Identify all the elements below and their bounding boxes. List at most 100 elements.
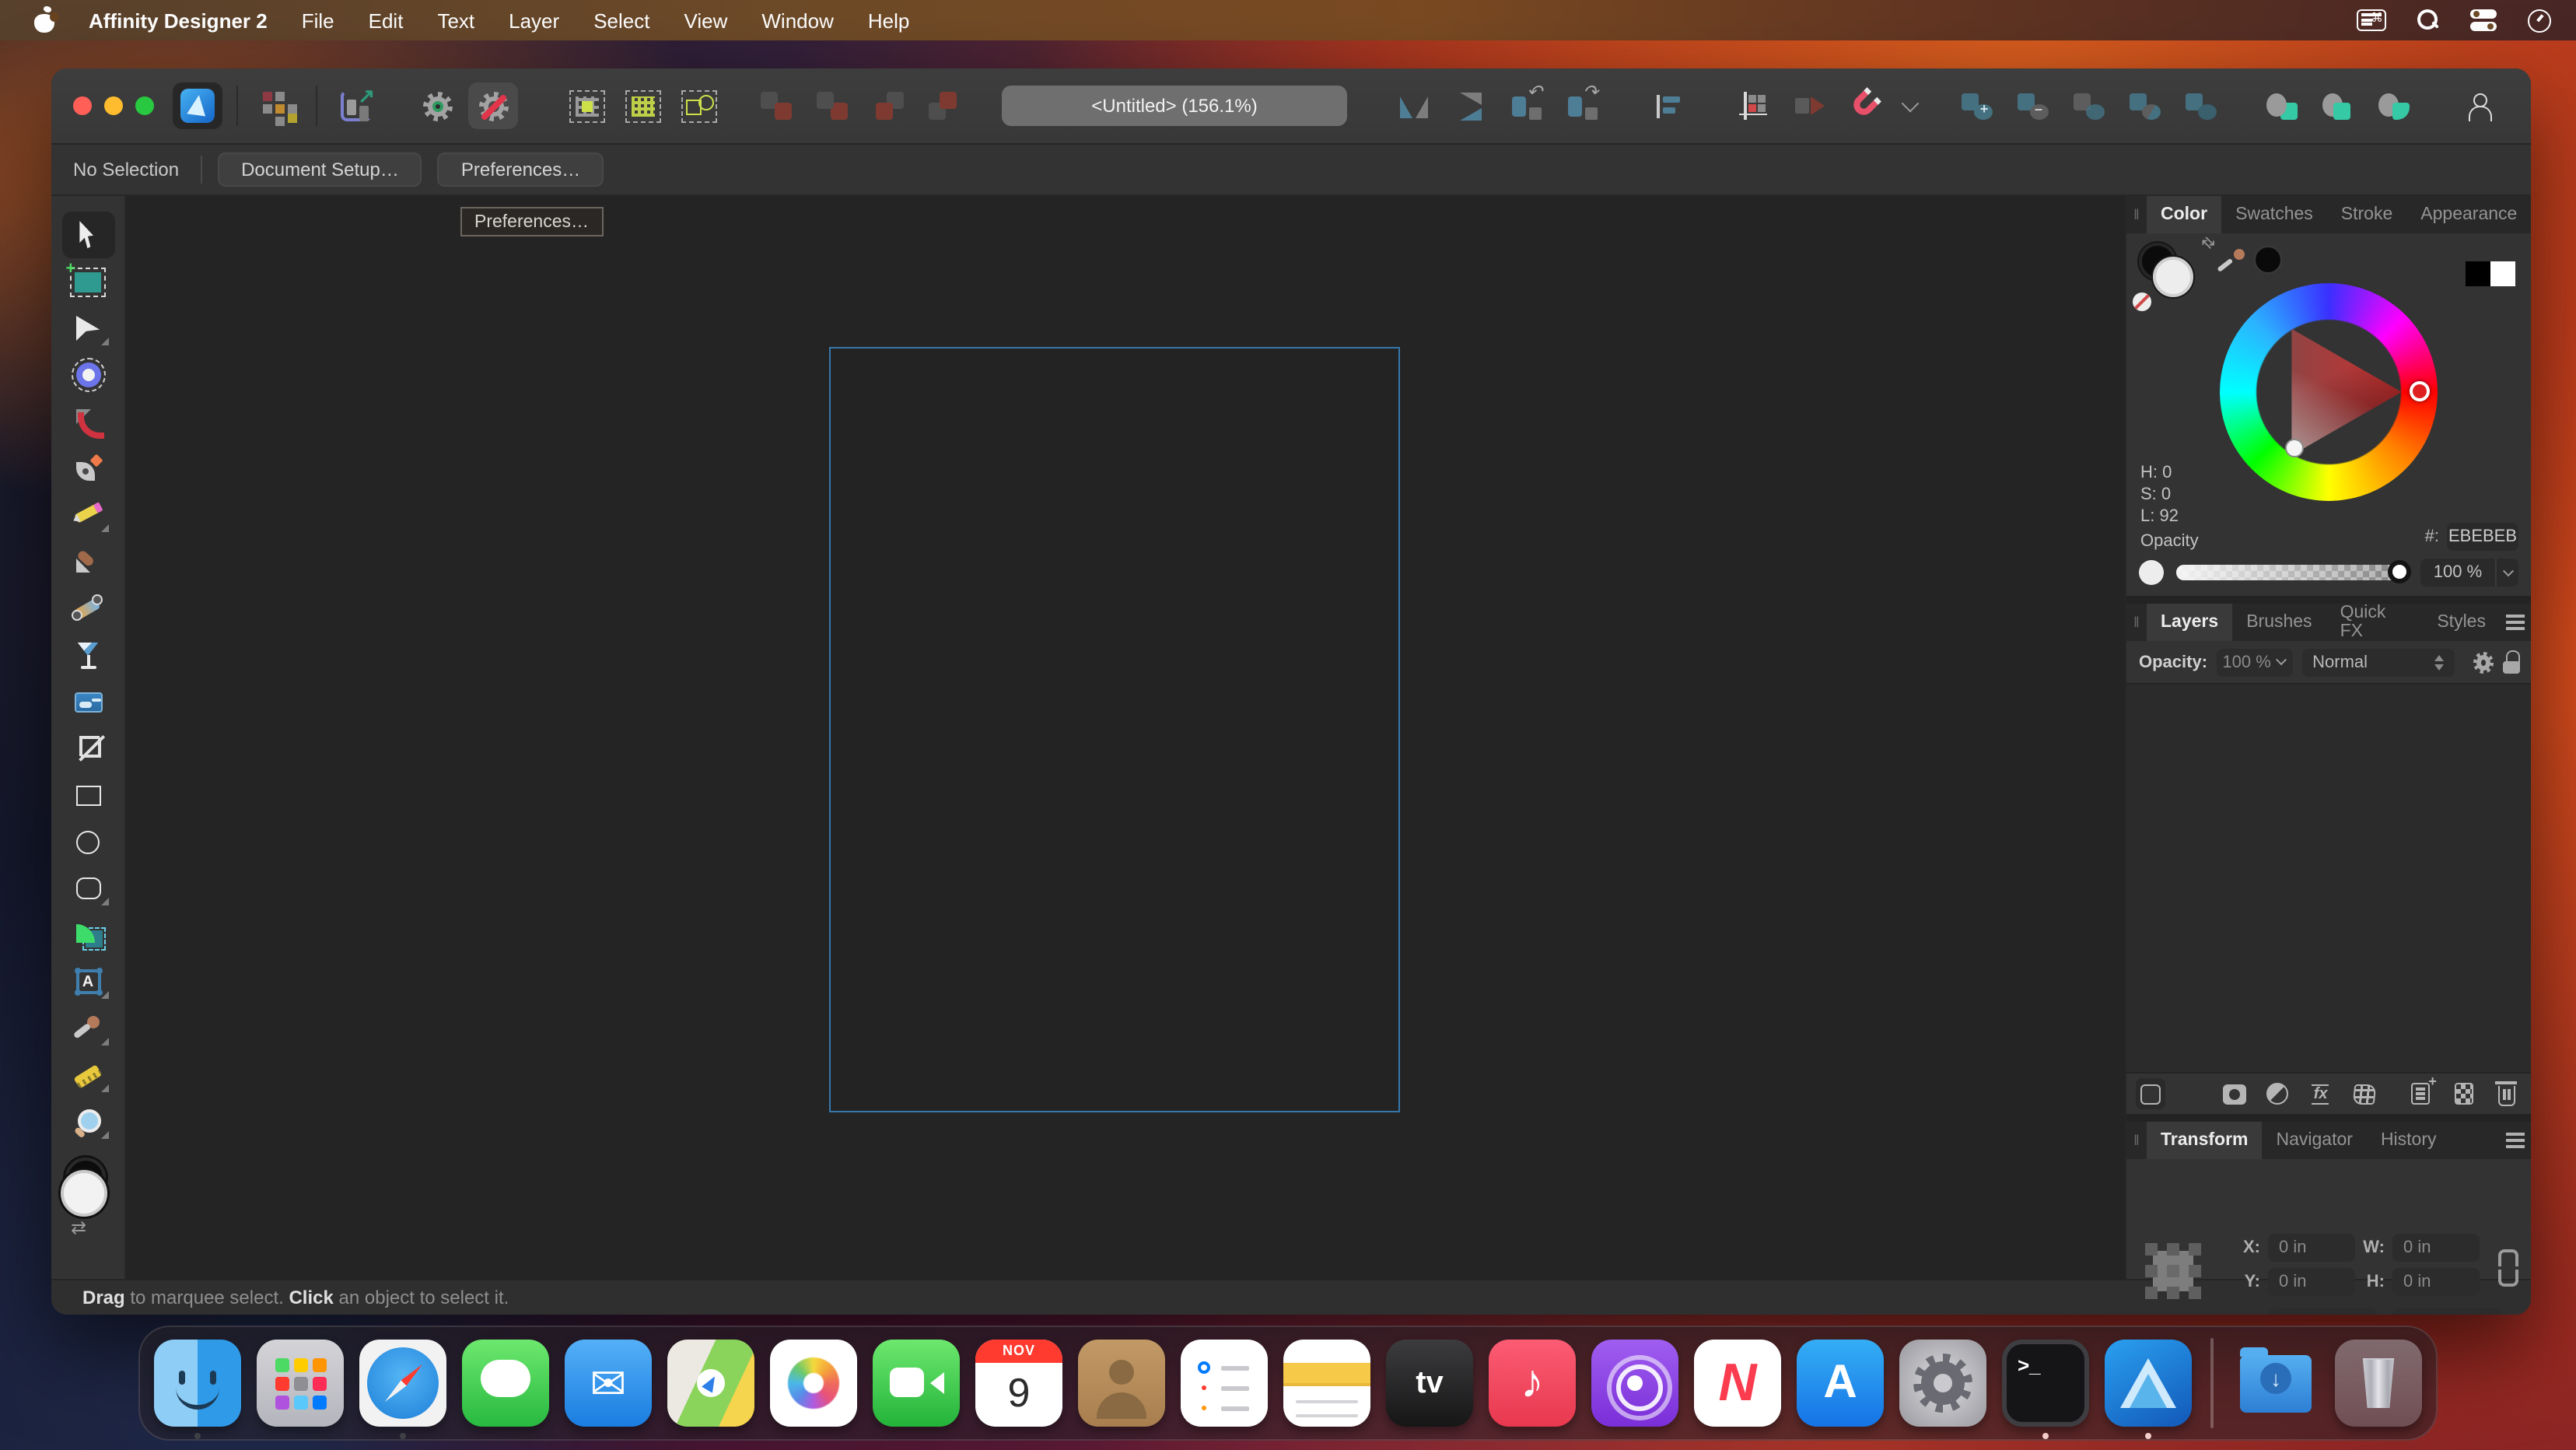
menu-item-window[interactable]: Window	[761, 9, 834, 32]
apple-menu-icon[interactable]	[34, 8, 54, 33]
menu-item-select[interactable]: Select	[593, 9, 649, 32]
dock-item-music[interactable]	[1489, 1340, 1576, 1427]
document-page[interactable]	[829, 347, 1400, 1112]
menu-item-edit[interactable]: Edit	[369, 9, 404, 32]
export-persona-button[interactable]	[331, 82, 381, 129]
search-icon[interactable]	[2417, 9, 2439, 31]
rotate-ccw-button[interactable]	[1501, 82, 1551, 129]
layer-opacity-input[interactable]: 100 %	[2217, 648, 2292, 676]
boolean-add-button[interactable]	[1952, 82, 2002, 129]
order-back-button[interactable]	[751, 82, 801, 129]
panel-drag-handle[interactable]	[2126, 1122, 2147, 1159]
transparency-tool[interactable]	[61, 632, 114, 678]
alignment-button[interactable]	[1644, 82, 1694, 129]
live-filter-button[interactable]	[2349, 1078, 2378, 1109]
shear-field-input[interactable]: 0 °	[2392, 1308, 2501, 1315]
w-field-input[interactable]: 0 in	[2392, 1234, 2480, 1262]
designer-persona-button[interactable]	[173, 82, 222, 129]
dock-item-notes[interactable]	[1283, 1340, 1370, 1427]
y-field-input[interactable]: 0 in	[2268, 1268, 2355, 1296]
order-frontone-button[interactable]	[863, 82, 913, 129]
pen-tool[interactable]	[61, 445, 114, 492]
black-white-swatches[interactable]	[2466, 261, 2515, 286]
dock-item-calendar[interactable]: NOV9	[975, 1340, 1062, 1427]
canvas-area[interactable]: Preferences…	[126, 196, 2125, 1279]
layer-effects-button[interactable]: fx	[2306, 1078, 2335, 1109]
dock-item-terminal[interactable]: >_	[2002, 1340, 2089, 1427]
dock-item-maps[interactable]	[667, 1340, 754, 1427]
swap-colors-icon[interactable]	[2196, 233, 2217, 254]
corner-tool[interactable]	[61, 398, 114, 445]
tab-layers[interactable]: Layers	[2147, 604, 2232, 641]
flip-vertical-button[interactable]	[1445, 82, 1495, 129]
menu-item-file[interactable]: File	[302, 9, 334, 32]
dock-item-podcasts[interactable]	[1591, 1340, 1678, 1427]
snap-geometry-button[interactable]	[674, 82, 723, 129]
place-image-tool[interactable]	[61, 678, 114, 725]
dock-item-finder[interactable]	[154, 1340, 241, 1427]
arrange-middle-button[interactable]	[2313, 82, 2363, 129]
zoom-tool[interactable]	[61, 1098, 114, 1145]
shape-builder-tool[interactable]	[61, 912, 114, 958]
rotate-cw-button[interactable]	[1557, 82, 1607, 129]
snap-pixels-button[interactable]	[562, 82, 611, 129]
snapping-options-chevron[interactable]	[1896, 82, 1924, 129]
tab-styles[interactable]: Styles	[2423, 604, 2500, 641]
arrange-front-button[interactable]	[2369, 82, 2419, 129]
tool-color-well[interactable]	[58, 1158, 117, 1220]
move-tool[interactable]	[61, 212, 114, 258]
vector-brush-tool[interactable]	[61, 538, 114, 585]
dock-item-affinity-designer[interactable]	[2105, 1340, 2192, 1427]
dock-item-launchpad[interactable]	[257, 1340, 344, 1427]
grid-button[interactable]	[1728, 82, 1778, 129]
document-title-dropdown[interactable]: <Untitled> (156.1%)	[1002, 86, 1347, 126]
fill-stroke-selector[interactable]	[2139, 243, 2204, 308]
tab-color[interactable]: Color	[2147, 196, 2221, 233]
tab-history[interactable]: History	[2367, 1122, 2451, 1159]
dock-item-messages[interactable]	[462, 1340, 549, 1427]
fill-tool[interactable]	[61, 585, 114, 632]
lock-icon[interactable]	[2502, 650, 2518, 674]
blend-mode-select[interactable]: Normal	[2301, 648, 2454, 676]
opacity-slider-knob[interactable]	[2388, 560, 2411, 583]
close-button[interactable]	[73, 96, 92, 115]
tab-navigator[interactable]: Navigator	[2263, 1122, 2367, 1159]
tab-swatches[interactable]: Swatches	[2221, 196, 2327, 233]
link-dimensions-icon[interactable]	[2498, 1249, 2514, 1287]
control-center-icon[interactable]	[2470, 9, 2497, 31]
point-transform-tool[interactable]	[61, 352, 114, 398]
tab-transform[interactable]: Transform	[2147, 1122, 2263, 1159]
menu-item-layer[interactable]: Layer	[509, 9, 559, 32]
arrange-back-button[interactable]	[2257, 82, 2307, 129]
menu-item-view[interactable]: View	[684, 9, 727, 32]
artboard-tool[interactable]	[61, 258, 114, 305]
fill-color-well[interactable]	[60, 1170, 107, 1217]
dock-item-photos[interactable]	[770, 1340, 857, 1427]
opacity-dropdown-chevron[interactable]	[2495, 559, 2518, 587]
color-picker-tool[interactable]	[61, 1005, 114, 1052]
artistic-text-tool[interactable]	[61, 958, 114, 1005]
ellipse-tool[interactable]	[61, 818, 114, 865]
layer-settings-gear-icon[interactable]	[2473, 651, 2493, 673]
panel-menu-icon[interactable]	[2500, 1122, 2531, 1159]
dock-item-downloads[interactable]	[2232, 1340, 2319, 1427]
preferences-gear-button[interactable]	[468, 82, 518, 129]
boolean-divide-button[interactable]	[2120, 82, 2170, 129]
panel-drag-handle[interactable]	[2126, 604, 2147, 641]
measure-tool[interactable]	[61, 1052, 114, 1098]
pixel-persona-button[interactable]	[252, 82, 302, 129]
zoom-button[interactable]	[135, 96, 154, 115]
document-setup-gear-button[interactable]	[412, 82, 462, 129]
clock-icon[interactable]	[2528, 9, 2551, 32]
fill-color-well[interactable]	[2153, 257, 2193, 297]
account-button[interactable]	[2455, 82, 2504, 129]
tab-appearance[interactable]: Appearance	[2406, 196, 2531, 233]
picked-color-well[interactable]	[2254, 246, 2282, 274]
sl-selector[interactable]	[2285, 439, 2304, 457]
dock-item-facetime[interactable]	[873, 1340, 960, 1427]
keyboard-viewer-icon[interactable]	[2357, 9, 2386, 31]
dock-item-tv[interactable]: tv	[1386, 1340, 1473, 1427]
document-setup-button[interactable]: Document Setup…	[218, 152, 422, 187]
add-pixel-layer-button[interactable]	[2449, 1078, 2478, 1109]
layers-list[interactable]	[2126, 683, 2531, 1073]
